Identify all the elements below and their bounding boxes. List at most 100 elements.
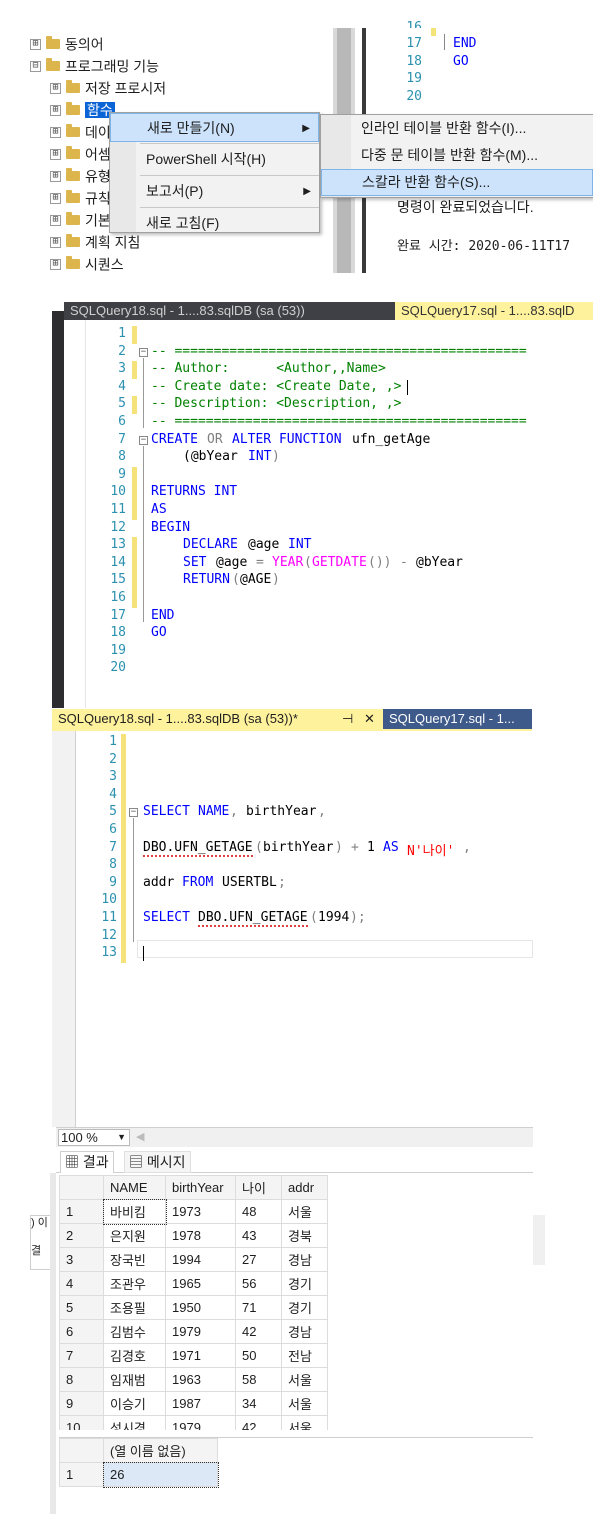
table-cell[interactable]: 1979	[165, 1415, 236, 1430]
table-cell[interactable]: 전남	[281, 1343, 328, 1368]
table-row[interactable]: 7 김경호 1971 50 전남	[59, 1343, 328, 1368]
table-cell[interactable]: 바비킴	[102, 1198, 167, 1225]
menu-item-new[interactable]: 새로 만들기(N) ▶	[110, 113, 319, 142]
tab-results[interactable]: ▦ 결과	[60, 1151, 114, 1173]
expand-icon[interactable]: ⊞	[30, 38, 41, 50]
submenu-item-multistatement-function[interactable]: 다중 문 테이블 반환 함수(M)...	[321, 142, 593, 169]
tree-node[interactable]: ⊞ 유형	[50, 164, 111, 186]
table-cell[interactable]: 1973	[165, 1199, 236, 1224]
tree-node[interactable]: ⊞ 함수	[50, 98, 115, 120]
table-cell[interactable]: 임재범	[103, 1367, 166, 1392]
grid-scrollbar-h[interactable]	[533, 1215, 545, 1265]
expand-icon[interactable]: ⊞	[50, 214, 61, 226]
table-row[interactable]: 1 26	[59, 1461, 219, 1488]
tree-node[interactable]: ⊟ 프로그래밍 기능	[30, 54, 159, 76]
column-header-addr[interactable]: addr	[281, 1175, 328, 1200]
table-cell[interactable]: 경기	[281, 1295, 328, 1320]
table-cell[interactable]: 경남	[281, 1247, 328, 1272]
zoom-select[interactable]: 100 % ▼	[58, 1129, 130, 1146]
expand-icon[interactable]: ⊞	[50, 236, 61, 248]
results-grid-1[interactable]: NAME birthYear 나이 addr 1 바비킴 1973 48 서울 2 은지원 1…	[59, 1175, 533, 1430]
submenu-item-inline-table-function[interactable]: 인라인 테이블 반환 함수(I)...	[321, 115, 593, 142]
table-cell[interactable]: 1950	[165, 1295, 236, 1320]
collapse-icon[interactable]: ⊟	[30, 60, 41, 72]
table-cell[interactable]: 조용필	[103, 1295, 166, 1320]
table-cell[interactable]: 71	[235, 1295, 282, 1320]
table-cell[interactable]: 장국빈	[103, 1247, 166, 1272]
table-cell[interactable]: 조관우	[103, 1271, 166, 1296]
tree-node[interactable]: ⊞ 시퀀스	[50, 252, 124, 274]
table-cell[interactable]: 1963	[165, 1367, 236, 1392]
table-cell[interactable]: 42	[235, 1319, 282, 1344]
table-row[interactable]: 4 조관우 1965 56 경기	[59, 1271, 328, 1296]
table-cell[interactable]: 1987	[165, 1391, 236, 1416]
table-cell[interactable]: 1979	[165, 1319, 236, 1344]
menu-item-refresh[interactable]: 새로 고침(F)	[110, 209, 319, 238]
tab-sqlquery18[interactable]: SQLQuery18.sql - 1....83.sqlDB (sa (53))	[64, 302, 395, 320]
table-cell[interactable]: 경남	[281, 1319, 328, 1344]
scroll-left-icon[interactable]: ◀	[136, 1130, 144, 1143]
table-cell[interactable]: 서울	[281, 1199, 328, 1224]
table-cell[interactable]: 43	[235, 1223, 282, 1248]
collapse-icon[interactable]: −	[139, 435, 148, 445]
table-cell[interactable]: 26	[102, 1461, 219, 1488]
table-cell[interactable]: 42	[235, 1415, 282, 1430]
table-cell[interactable]: 1994	[165, 1247, 236, 1272]
tree-node[interactable]: ⊞ 기본	[50, 208, 111, 230]
table-row[interactable]: 2 은지원 1978 43 경북	[59, 1223, 328, 1248]
table-row[interactable]: 10 성시경 1979 42 서울	[59, 1415, 328, 1430]
tab-messages[interactable]: ▤ 메시지	[124, 1151, 191, 1173]
table-cell[interactable]: 김경호	[103, 1343, 166, 1368]
menu-item-reports[interactable]: 보고서(P) ▶	[110, 177, 319, 206]
table-cell[interactable]: 34	[235, 1391, 282, 1416]
table-cell[interactable]: 58	[235, 1367, 282, 1392]
column-header-name[interactable]: NAME	[103, 1175, 166, 1200]
table-row[interactable]: 5 조용필 1950 71 경기	[59, 1295, 328, 1320]
tab-sqlquery17[interactable]: SQLQuery17.sql - 1...	[383, 709, 532, 729]
table-cell[interactable]: 은지원	[103, 1223, 166, 1248]
pin-icon[interactable]: ⊣	[342, 709, 353, 729]
table-cell[interactable]: 서울	[281, 1391, 328, 1416]
table-cell[interactable]: 50	[235, 1343, 282, 1368]
table-cell[interactable]: 서울	[281, 1367, 328, 1392]
table-cell[interactable]: 이승기	[103, 1391, 166, 1416]
tree-node[interactable]: ⊞ 저장 프로시저	[50, 76, 166, 98]
table-cell[interactable]: 1978	[165, 1223, 236, 1248]
expand-icon[interactable]: ⊞	[50, 104, 61, 116]
column-header-birthyear[interactable]: birthYear	[165, 1175, 236, 1200]
close-icon[interactable]: ✕	[364, 709, 375, 729]
table-cell[interactable]: 56	[235, 1271, 282, 1296]
collapse-icon[interactable]: −	[139, 347, 148, 357]
table-row[interactable]: 3 장국빈 1994 27 경남	[59, 1247, 328, 1272]
tree-node[interactable]: ⊞ 규칙	[50, 186, 111, 208]
collapse-icon[interactable]: −	[129, 808, 138, 818]
column-header-age[interactable]: 나이	[235, 1175, 282, 1200]
table-cell[interactable]: 경기	[281, 1271, 328, 1296]
table-cell[interactable]: 1965	[165, 1271, 236, 1296]
table-cell[interactable]: 김범수	[103, 1319, 166, 1344]
expand-icon[interactable]: ⊞	[50, 192, 61, 204]
table-cell[interactable]: 48	[235, 1199, 282, 1224]
table-row[interactable]: 1 바비킴 1973 48 서울	[59, 1198, 328, 1225]
expand-icon[interactable]: ⊞	[50, 82, 61, 94]
expand-icon[interactable]: ⊞	[50, 170, 61, 182]
table-cell[interactable]: 서울	[281, 1415, 328, 1430]
column-header-unnamed[interactable]: (열 이름 없음)	[103, 1438, 218, 1463]
table-row[interactable]: 6 김범수 1979 42 경남	[59, 1319, 328, 1344]
submenu-item-scalar-function[interactable]: 스칼라 반환 함수(S)...	[321, 169, 593, 196]
menu-item-powershell[interactable]: PowerShell 시작(H)	[110, 145, 319, 174]
table-row[interactable]: 8 임재범 1963 58 서울	[59, 1367, 328, 1392]
expand-icon[interactable]: ⊞	[50, 148, 61, 160]
tree-node[interactable]: ⊞ 동의어	[30, 32, 104, 54]
table-cell[interactable]: 27	[235, 1247, 282, 1272]
tab-sqlquery17[interactable]: SQLQuery17.sql - 1....83.sqlD	[395, 302, 593, 320]
table-cell[interactable]: 경북	[281, 1223, 328, 1248]
expand-icon[interactable]: ⊞	[50, 258, 61, 270]
table-cell[interactable]: 1971	[165, 1343, 236, 1368]
table-cell[interactable]: 성시경	[103, 1415, 166, 1430]
tree-node[interactable]: ⊞ 데이	[50, 120, 111, 142]
tab-sqlquery18-active[interactable]: SQLQuery18.sql - 1....83.sqlDB (sa (53))…	[52, 709, 383, 729]
results-grid-2[interactable]: (열 이름 없음) 1 26	[59, 1437, 533, 1514]
table-row[interactable]: 9 이승기 1987 34 서울	[59, 1391, 328, 1416]
expand-icon[interactable]: ⊞	[50, 126, 61, 138]
